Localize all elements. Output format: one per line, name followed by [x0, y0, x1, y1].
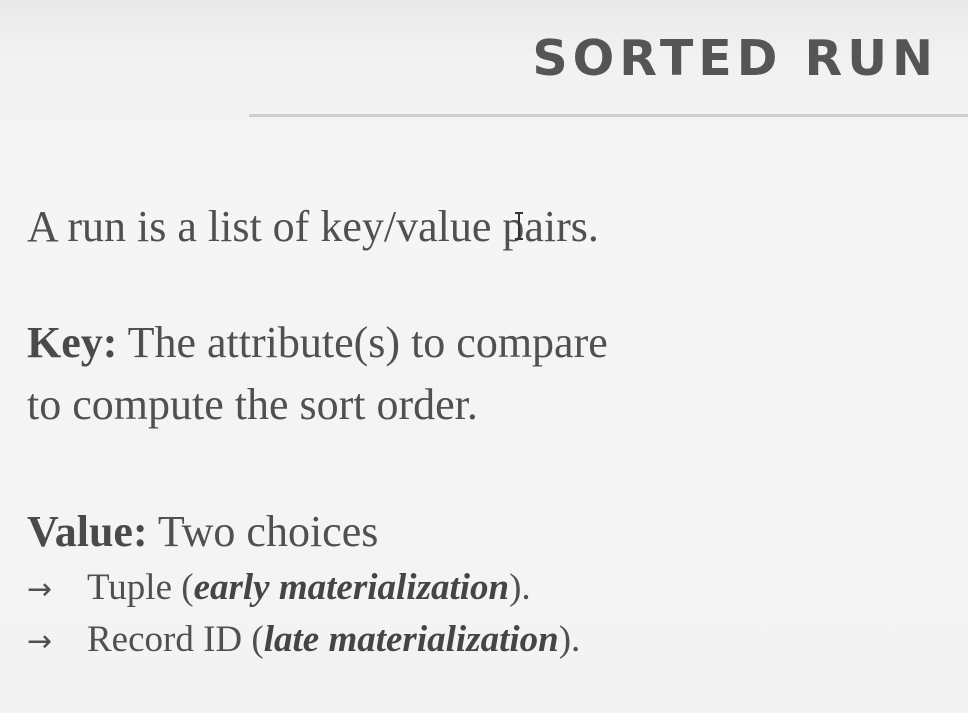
value-line: Value: Two choices: [27, 501, 378, 563]
choice-tuple: → Tuple (early materialization).: [27, 563, 531, 615]
right-arrow-icon: →: [27, 624, 53, 659]
choice-suffix: ).: [509, 567, 531, 608]
value-text: Two choices: [157, 507, 379, 556]
choice-emphasis: late materialization: [263, 619, 559, 660]
choice-record-id: → Record ID (late materialization).: [27, 615, 580, 667]
value-label: Value:: [27, 507, 148, 556]
key-line-1: Key: The attribute(s) to compare: [27, 312, 608, 374]
right-arrow-icon: →: [27, 572, 53, 607]
title-divider: [249, 114, 968, 117]
choice-suffix: ).: [558, 619, 581, 660]
choice-emphasis: early materialization: [193, 567, 510, 608]
key-text-1: The attribute(s) to compare: [127, 318, 608, 367]
choice-prefix: Tuple (: [87, 567, 194, 608]
slide: SORTED RUN A run is a list of key/value …: [0, 0, 968, 713]
text-cursor-icon: [515, 212, 523, 240]
key-label: Key:: [27, 318, 118, 367]
key-line-2: to compute the sort order.: [27, 380, 478, 429]
slide-title: SORTED RUN: [532, 30, 938, 87]
choice-prefix: Record ID (: [87, 619, 264, 660]
